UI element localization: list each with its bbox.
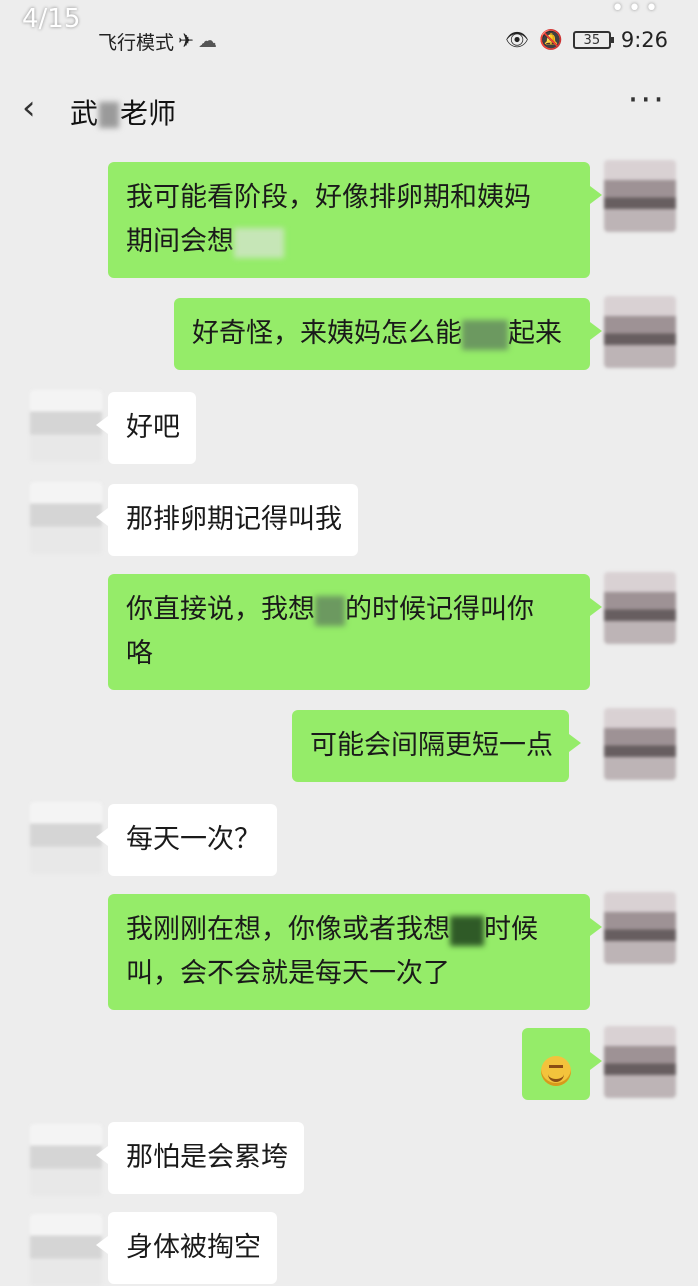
status-bar: 飞行模式 ✈ ☁ 👁 🔕 35 9:26 <box>0 0 698 72</box>
message-bubble-sent[interactable]: 可能会间隔更短一点 <box>292 710 581 782</box>
contact-avatar[interactable] <box>30 390 102 462</box>
viewer-menu-icon[interactable]: ••• <box>611 0 662 21</box>
message-bubble-received[interactable]: 那怕是会累垮 <box>96 1122 304 1194</box>
message-text: 时候 <box>484 914 538 945</box>
cloud-icon: ☁ <box>197 30 217 52</box>
blushing-face-icon <box>541 1055 571 1086</box>
contact-avatar[interactable] <box>30 802 102 874</box>
chat-title: 武老师 <box>70 92 176 132</box>
image-counter: 4/15 <box>22 4 81 34</box>
message-bubble-received[interactable]: 那排卵期记得叫我 <box>96 484 358 556</box>
message-text: 那排卵期记得叫我 <box>126 504 342 535</box>
message-text: 起来 <box>508 318 562 349</box>
message-line: 我可能看阶段，好像排卵期和姨妈 <box>126 182 531 213</box>
more-options-icon[interactable]: ··· <box>628 80 666 120</box>
my-avatar[interactable] <box>604 296 676 368</box>
contact-avatar[interactable] <box>30 1214 102 1286</box>
message-text: 可能会间隔更短一点 <box>310 730 553 761</box>
status-time: 9:26 <box>620 28 668 52</box>
contact-avatar[interactable] <box>30 482 102 554</box>
message-line: 好奇怪，来姨妈怎么能 起来 <box>192 312 574 356</box>
mute-icon: 🔕 <box>539 28 563 51</box>
redaction-blur <box>234 227 284 258</box>
chat-title-prefix: 武 <box>70 97 99 130</box>
redaction-blur <box>462 319 508 350</box>
message-text: 每天一次？ <box>126 824 261 855</box>
message-line: 咯 <box>126 638 153 669</box>
message-text: 我刚刚在想，你像或者我想 <box>126 914 450 945</box>
redaction-blur <box>99 102 120 128</box>
status-left: 飞行模式 ✈ ☁ <box>98 28 217 55</box>
message-bubble-sent[interactable]: 我可能看阶段，好像排卵期和姨妈 期间会想 <box>108 162 602 278</box>
message-text: 身体被掏空 <box>126 1232 261 1263</box>
airplane-mode-label: 飞行模式 <box>98 32 175 54</box>
message-bubble-sent[interactable]: 我刚刚在想，你像或者我想 时候 叫，会不会就是每天一次了 <box>108 894 602 1010</box>
chat-title-suffix: 老师 <box>120 97 177 130</box>
message-bubble-received[interactable]: 身体被掏空 <box>96 1212 277 1284</box>
message-bubble-received[interactable]: 每天一次？ <box>96 804 277 876</box>
my-avatar[interactable] <box>604 160 676 232</box>
redaction-blur <box>315 595 345 626</box>
message-text: 那怕是会累垮 <box>126 1142 288 1173</box>
chat-header: ‹ 武老师 ··· <box>0 72 698 150</box>
message-text: 好吧 <box>126 412 180 443</box>
message-bubble-received[interactable]: 好吧 <box>96 392 196 464</box>
message-line: 我刚刚在想，你像或者我想 时候 <box>126 908 574 952</box>
message-text: 你直接说，我想 <box>126 594 315 625</box>
airplane-icon: ✈ <box>178 30 194 52</box>
message-line: 期间会想 <box>126 220 574 264</box>
contact-avatar[interactable] <box>30 1124 102 1196</box>
my-avatar[interactable] <box>604 572 676 644</box>
message-text: 能 <box>435 318 462 349</box>
status-right: 👁 🔕 35 9:26 <box>505 28 668 52</box>
eye-icon: 👁 <box>505 28 530 51</box>
my-avatar[interactable] <box>604 1026 676 1098</box>
battery-icon: 35 <box>572 31 614 49</box>
message-line: 你直接说，我想 的时候记得叫你 <box>126 588 574 632</box>
message-text: 的时候记得叫你 <box>345 594 534 625</box>
redaction-blur <box>450 915 484 946</box>
my-avatar[interactable] <box>604 708 676 780</box>
message-text: 好奇怪，来姨妈怎么 <box>192 318 435 349</box>
message-text: 期间会想 <box>126 226 234 257</box>
message-bubble-sent[interactable] <box>522 1028 602 1100</box>
back-icon[interactable]: ‹ <box>22 88 36 128</box>
message-bubble-sent[interactable]: 你直接说，我想 的时候记得叫你 咯 <box>108 574 602 690</box>
my-avatar[interactable] <box>604 892 676 964</box>
message-line: 叫，会不会就是每天一次了 <box>126 958 450 989</box>
message-bubble-sent[interactable]: 好奇怪，来姨妈怎么能 起来 <box>174 298 602 370</box>
